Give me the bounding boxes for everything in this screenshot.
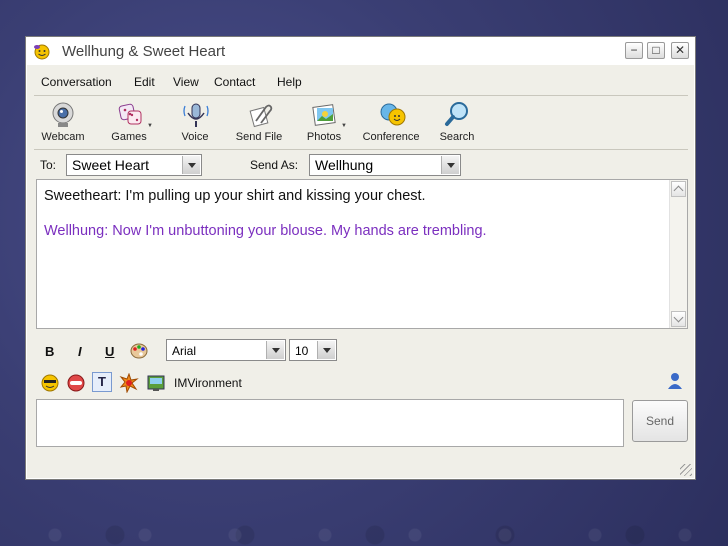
photo-icon — [312, 104, 336, 126]
send-as-label: Send As: — [250, 158, 299, 172]
send-button[interactable]: Send — [632, 400, 688, 442]
webcam-icon — [52, 102, 74, 127]
toolbar: Webcam ▼ Games Voice Send File ▼ Photos … — [31, 97, 691, 149]
toolbar-send-file-button[interactable]: Send File — [229, 97, 289, 149]
toolbar-label: Voice — [181, 131, 209, 143]
underline-button[interactable]: U — [105, 344, 114, 359]
dice-icon — [118, 103, 142, 125]
history-message: Sweetheart: I'm pulling up your shirt an… — [44, 188, 426, 204]
chevron-down-icon[interactable] — [317, 341, 335, 359]
send-as-value: Wellhung — [315, 157, 374, 173]
scroll-up-button[interactable] — [671, 181, 686, 197]
menu-contact[interactable]: Contact — [214, 75, 255, 89]
color-palette-icon[interactable] — [130, 342, 148, 360]
menu-edit[interactable]: Edit — [134, 75, 155, 89]
vertical-scrollbar[interactable] — [669, 180, 687, 328]
toolbar-voice-button[interactable]: Voice — [165, 97, 225, 149]
magnifier-icon — [445, 102, 468, 126]
chevron-down-icon: ▼ — [341, 123, 347, 129]
chevron-down-icon: ▼ — [147, 123, 153, 129]
close-button[interactable]: ✕ — [671, 42, 689, 59]
title-bar: Wellhung & Sweet Heart − □ ✕ — [26, 37, 695, 65]
maximize-button[interactable]: □ — [647, 42, 665, 59]
toolbar-label: Photos — [306, 131, 342, 143]
audible-icon[interactable] — [66, 373, 86, 393]
microphone-icon — [183, 103, 209, 127]
toolbar-label: Search — [439, 131, 475, 143]
menu-bar: Conversation Edit View Contact Help — [31, 73, 691, 93]
message-history[interactable]: Sweetheart: I'm pulling up your shirt an… — [36, 179, 688, 329]
bold-button[interactable]: B — [45, 344, 54, 359]
toolbar-webcam-button[interactable]: Webcam — [33, 97, 93, 149]
nudge-icon[interactable] — [119, 373, 139, 393]
scroll-down-button[interactable] — [671, 311, 686, 327]
message-input[interactable] — [36, 399, 624, 447]
toolbar-photos-button[interactable]: ▼ Photos — [294, 97, 354, 149]
im-window: Wellhung & Sweet Heart − □ ✕ Conversatio… — [25, 36, 696, 480]
to-label: To: — [40, 158, 57, 172]
toolbar-search-button[interactable]: Search — [427, 97, 487, 149]
imvironment-icon[interactable] — [146, 373, 166, 393]
messenger-smiley-icon — [34, 44, 50, 60]
to-recipient-select[interactable]: Sweet Heart — [66, 154, 202, 176]
history-message: Wellhung: Now I'm unbuttoning your blous… — [44, 223, 487, 239]
text-style-icon[interactable]: T — [92, 372, 112, 392]
window-title: Wellhung & Sweet Heart — [62, 43, 226, 60]
font-value: Arial — [172, 344, 197, 358]
toolbar-label: Webcam — [41, 131, 85, 143]
conference-icon — [380, 103, 406, 126]
toolbar-label: Conference — [362, 131, 420, 143]
chevron-down-icon[interactable] — [266, 341, 284, 359]
to-value: Sweet Heart — [72, 157, 150, 173]
imvironment-label[interactable]: IMVironment — [174, 376, 242, 390]
toolbar-label: Games — [111, 131, 147, 143]
toolbar-conference-button[interactable]: Conference — [361, 97, 421, 149]
divider — [34, 149, 688, 150]
send-as-select[interactable]: Wellhung — [309, 154, 461, 176]
menu-view[interactable]: View — [173, 75, 199, 89]
chevron-down-icon[interactable] — [441, 156, 459, 174]
minimize-button[interactable]: − — [625, 42, 643, 59]
toolbar-games-button[interactable]: ▼ Games — [99, 97, 159, 149]
chevron-down-icon[interactable] — [182, 156, 200, 174]
font-select[interactable]: Arial — [166, 339, 286, 361]
resize-grip[interactable] — [680, 464, 692, 476]
toolbar-label: Send File — [235, 131, 283, 143]
menu-help[interactable]: Help — [277, 75, 302, 89]
font-size-select[interactable]: 10 — [289, 339, 337, 361]
menu-conversation[interactable]: Conversation — [41, 75, 112, 89]
italic-button[interactable]: I — [78, 344, 82, 359]
font-size-value: 10 — [295, 344, 309, 358]
divider — [34, 95, 688, 96]
display-picture-icon[interactable] — [666, 371, 684, 391]
paperclip-icon — [249, 104, 273, 128]
sunglasses-smiley-icon[interactable] — [40, 373, 60, 393]
